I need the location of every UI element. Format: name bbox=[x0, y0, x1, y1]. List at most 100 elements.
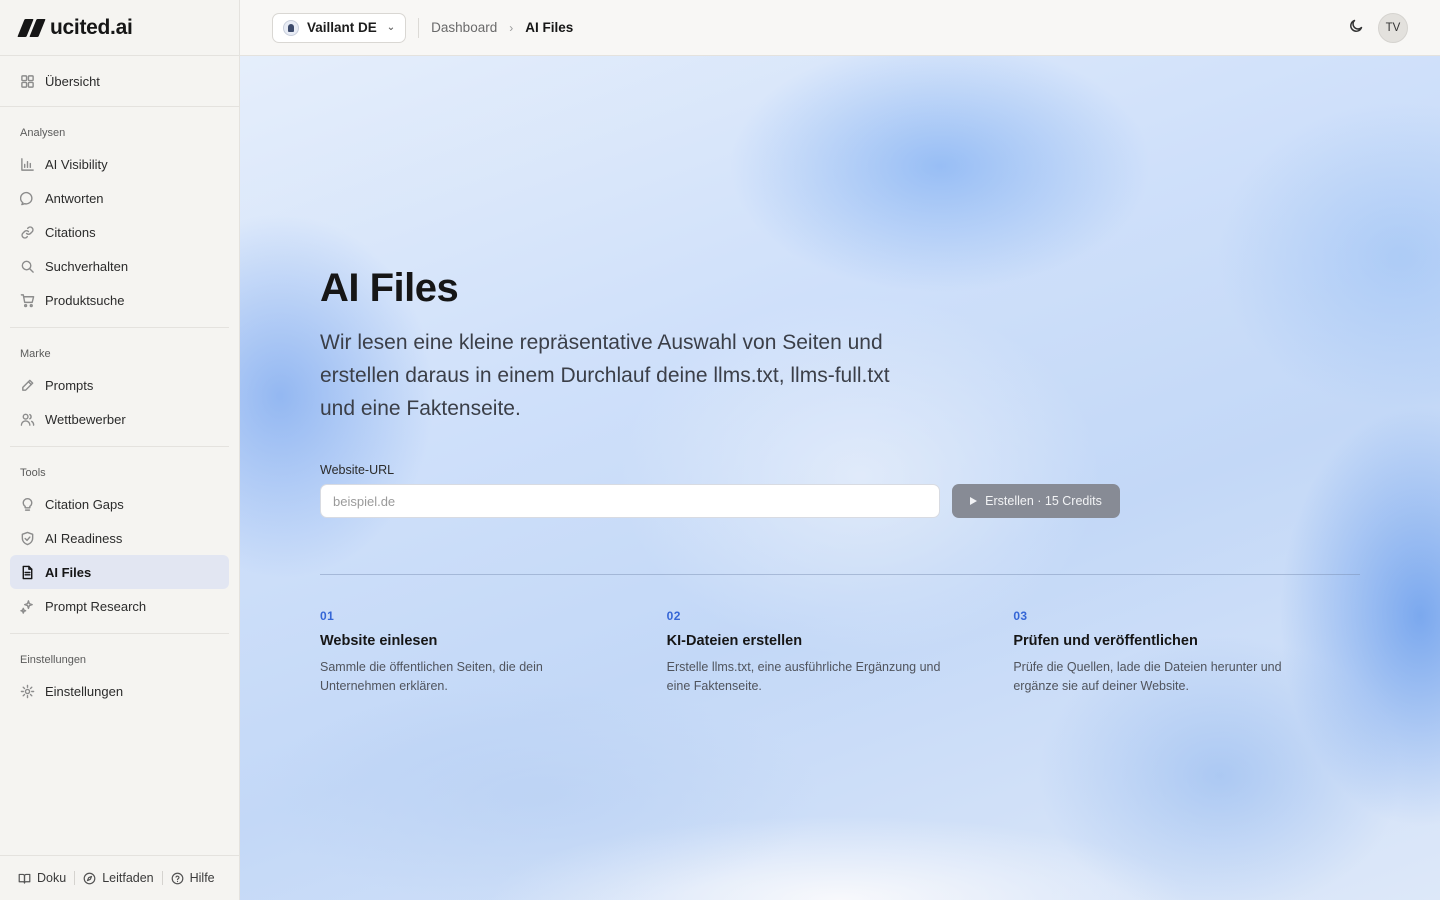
sidebar-item-suchverhalten[interactable]: Suchverhalten bbox=[10, 249, 229, 283]
avatar[interactable]: TV bbox=[1378, 13, 1408, 43]
sidebar-item-einstellungen[interactable]: Einstellungen bbox=[10, 674, 229, 708]
breadcrumb-dashboard[interactable]: Dashboard bbox=[431, 20, 497, 35]
steps-list: 01 Website einlesen Sammle die öffentlic… bbox=[320, 609, 1360, 696]
logo-mark-icon bbox=[17, 18, 46, 37]
step-item: 03 Prüfen und veröffentlichen Prüfe die … bbox=[1013, 609, 1360, 696]
url-field-label: Website-URL bbox=[320, 463, 395, 477]
step-item: 01 Website einlesen Sammle die öffentlic… bbox=[320, 609, 667, 696]
bar-chart-icon bbox=[21, 157, 34, 171]
sidebar-item-citation-gaps[interactable]: Citation Gaps bbox=[10, 487, 229, 521]
group-label: Analysen bbox=[20, 127, 66, 139]
sidebar-item-ai-visibility[interactable]: AI Visibility bbox=[10, 147, 229, 181]
nav-group-analysen: Analysen AI Visibility Antworten Citatio… bbox=[10, 107, 229, 328]
create-button[interactable]: Erstellen · 15 Credits bbox=[952, 484, 1120, 518]
sidebar-item-ai-readiness[interactable]: AI Readiness bbox=[10, 521, 229, 555]
help-circle-icon bbox=[171, 872, 184, 884]
nav-top: Übersicht bbox=[0, 56, 239, 107]
website-url-input[interactable] bbox=[320, 484, 940, 518]
step-item: 02 KI-Dateien erstellen Erstelle llms.tx… bbox=[667, 609, 1014, 696]
sidebar-item-label: Wettbewerber bbox=[45, 411, 126, 427]
page-title: AI Files bbox=[320, 266, 459, 310]
step-number: 02 bbox=[666, 609, 681, 623]
footer-divider bbox=[161, 871, 163, 885]
play-icon bbox=[970, 497, 978, 505]
sidebar-item-label: Produktsuche bbox=[45, 292, 125, 308]
sidebar-item-label: Prompt Research bbox=[45, 598, 147, 614]
sidebar-item-wettbewerber[interactable]: Wettbewerber bbox=[10, 402, 229, 436]
step-title: Website einlesen bbox=[320, 633, 438, 649]
compass-icon bbox=[83, 872, 96, 884]
footer-link-hilfe[interactable]: Hilfe bbox=[171, 871, 215, 885]
moon-icon bbox=[1350, 19, 1363, 32]
grid-icon bbox=[21, 74, 34, 88]
sidebar-item-label: AI Files bbox=[45, 564, 92, 580]
brand-name: ucited.ai bbox=[50, 15, 133, 39]
book-icon bbox=[18, 873, 31, 884]
step-title: Prüfen und veröffentlichen bbox=[1013, 633, 1198, 649]
sidebar-item-label: Übersicht bbox=[45, 73, 100, 89]
step-number: 01 bbox=[320, 609, 335, 623]
section-divider bbox=[320, 574, 1360, 575]
sidebar-item-label: Antworten bbox=[45, 190, 104, 206]
breadcrumb-current: AI Files bbox=[525, 20, 574, 35]
workspace-switcher[interactable]: Vaillant DE ⌄ bbox=[272, 12, 407, 43]
footer-link-doku[interactable]: Doku bbox=[18, 871, 66, 885]
footer-link-label: Hilfe bbox=[189, 871, 215, 885]
sidebar-footer: Doku Leitfaden Hilfe bbox=[0, 855, 239, 900]
breadcrumb: Dashboard › AI Files bbox=[431, 20, 573, 35]
brand-logo[interactable]: ucited.ai bbox=[0, 0, 239, 56]
footer-link-label: Leitfaden bbox=[102, 871, 154, 885]
footer-link-leitfaden[interactable]: Leitfaden bbox=[83, 871, 154, 885]
nav-group-marke: Marke Prompts Wettbewerber bbox=[10, 328, 229, 447]
users-icon bbox=[20, 413, 35, 426]
sidebar-item-label: Citations bbox=[45, 224, 96, 240]
shield-check-icon bbox=[21, 531, 34, 545]
workspace-logo-icon bbox=[283, 19, 299, 36]
group-label: Tools bbox=[20, 467, 46, 479]
sidebar-item-label: Einstellungen bbox=[45, 683, 124, 699]
sidebar-item-antworten[interactable]: Antworten bbox=[10, 181, 229, 215]
page-description: Wir lesen eine kleine repräsentative Aus… bbox=[320, 331, 890, 420]
chevron-down-icon: ⌄ bbox=[386, 22, 396, 33]
create-button-label: Erstellen · 15 Credits bbox=[985, 494, 1102, 508]
sidebar-item-label: AI Readiness bbox=[45, 530, 123, 546]
hero-section: AI Files Wir lesen eine kleine repräsent… bbox=[320, 264, 1360, 696]
group-label: Marke bbox=[20, 348, 51, 360]
sidebar-item-label: AI Visibility bbox=[45, 156, 108, 172]
sidebar-item-label: Suchverhalten bbox=[45, 258, 129, 274]
main-hero: AI Files Wir lesen eine kleine repräsent… bbox=[240, 56, 1440, 900]
top-header: Vaillant DE ⌄ Dashboard › AI Files TV bbox=[240, 0, 1440, 56]
step-description: Erstelle llms.txt, eine ausführliche Erg… bbox=[666, 660, 941, 693]
sidebar-item-label: Prompts bbox=[45, 377, 94, 393]
nav-group-tools: Tools Citation Gaps AI Readiness AI File… bbox=[10, 447, 229, 634]
sidebar-item-produktsuche[interactable]: Produktsuche bbox=[10, 283, 229, 317]
pen-icon bbox=[22, 379, 34, 391]
sidebar-item-label: Citation Gaps bbox=[45, 496, 124, 512]
sidebar-item-prompts[interactable]: Prompts bbox=[10, 368, 229, 402]
cart-icon bbox=[20, 293, 35, 307]
file-icon bbox=[22, 565, 33, 579]
step-number: 03 bbox=[1013, 609, 1028, 623]
gear-icon bbox=[20, 684, 35, 698]
sidebar-item-prompt-research[interactable]: Prompt Research bbox=[10, 589, 229, 623]
sidebar-item-uebersicht[interactable]: Übersicht bbox=[10, 64, 229, 98]
chat-bubble-icon bbox=[20, 191, 33, 205]
header-divider bbox=[418, 17, 420, 38]
sparkle-icon bbox=[20, 599, 33, 614]
step-description: Sammle die öffentlichen Seiten, die dein… bbox=[320, 660, 543, 693]
step-title: KI-Dateien erstellen bbox=[666, 633, 803, 649]
url-form: Erstellen · 15 Credits bbox=[320, 484, 1360, 518]
sidebar-item-citations[interactable]: Citations bbox=[10, 215, 229, 249]
sidebar: ucited.ai Übersicht Analysen AI Visibili… bbox=[0, 0, 240, 900]
link-icon bbox=[21, 225, 34, 239]
sidebar-item-ai-files[interactable]: AI Files bbox=[10, 555, 229, 589]
step-description: Prüfe die Quellen, lade die Dateien heru… bbox=[1013, 660, 1282, 693]
footer-divider bbox=[74, 871, 76, 885]
theme-toggle-button[interactable] bbox=[1348, 18, 1366, 36]
chevron-right-icon: › bbox=[509, 20, 514, 35]
footer-link-label: Doku bbox=[37, 871, 67, 885]
lightbulb-icon bbox=[22, 497, 33, 511]
workspace-name: Vaillant DE bbox=[307, 20, 377, 35]
group-label: Einstellungen bbox=[20, 654, 87, 666]
search-icon bbox=[21, 260, 34, 273]
